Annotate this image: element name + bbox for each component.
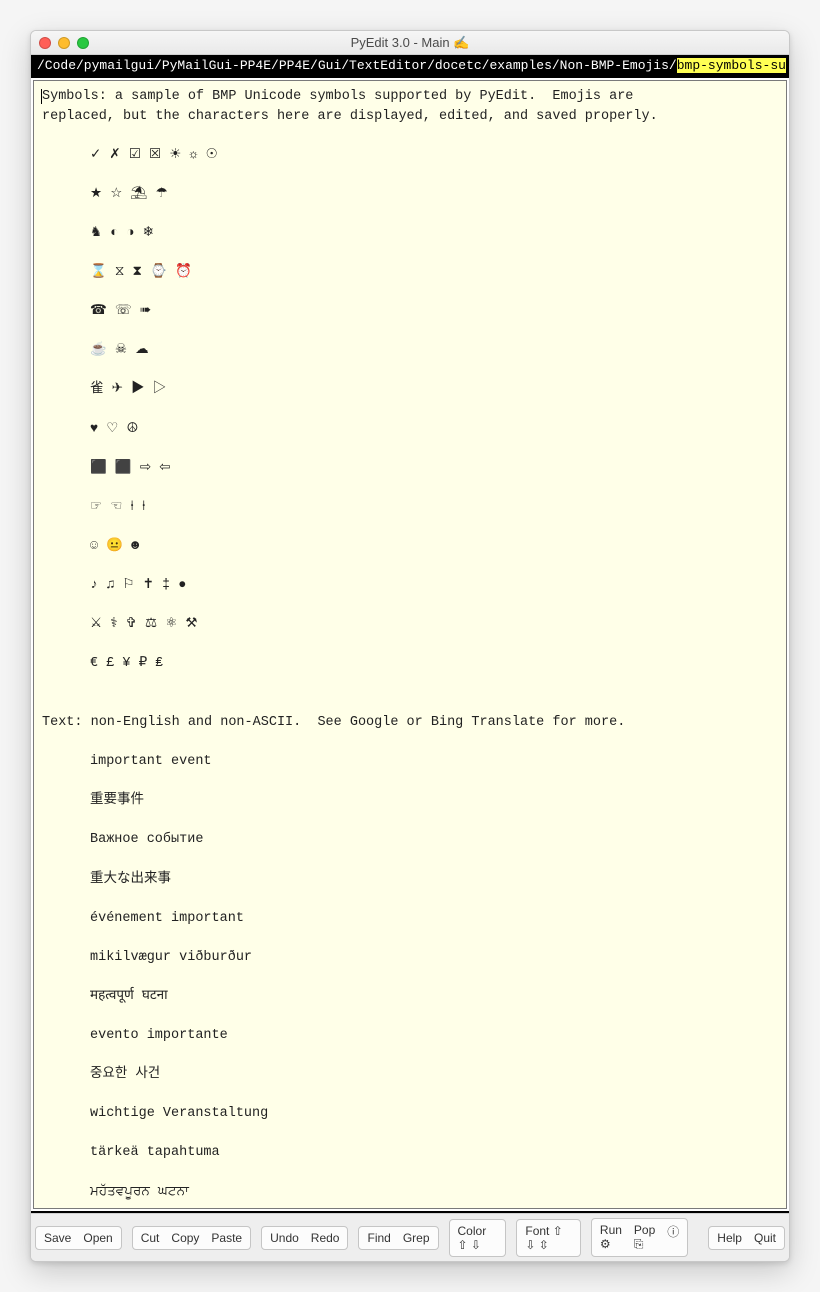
text-editor[interactable]: Symbols: a sample of BMP Unicode symbols… [33, 80, 787, 1209]
toolbar-group-font: Font ⇧ ⇩ ⇳ [516, 1219, 581, 1257]
editor-line: महत्वपूर्ण घटना [42, 987, 778, 1007]
editor-line: ♥ ♡ ☮ [42, 420, 778, 440]
editor-line: replaced, but the characters here are di… [42, 109, 658, 124]
toolbar-group-history: Undo Redo [261, 1226, 348, 1250]
editor-line: mikilvægur viðburður [42, 948, 778, 968]
editor-line: ★ ☆ ⛱ ☂ [42, 185, 778, 205]
editor-frame: Symbols: a sample of BMP Unicode symbols… [31, 76, 789, 1213]
save-button[interactable]: Save [38, 1229, 77, 1247]
editor-line: tärkeä tapahtuma [42, 1143, 778, 1163]
toolbar-group-run: Run ⚙ Pop ⎘ ⓘ [591, 1218, 688, 1257]
toolbar-group-edit: Cut Copy Paste [132, 1226, 251, 1250]
run-button[interactable]: Run ⚙ [594, 1221, 628, 1254]
editor-line: ✓ ✗ ☑ ☒ ☀ ☼ ☉ [42, 146, 778, 166]
editor-line: € £ ¥ ₽ ₤ [42, 654, 778, 674]
undo-button[interactable]: Undo [264, 1229, 305, 1247]
minimize-window-button[interactable] [58, 37, 70, 49]
app-window: PyEdit 3.0 - Main ✍ /Code/pymailgui/PyMa… [30, 30, 790, 1262]
editor-line: ⬛ ⬛ ⇨ ⇦ [42, 459, 778, 479]
editor-line: ਮਹੱਤਵਪੂਰਨ ਘਟਨਾ [42, 1183, 778, 1203]
toolbar: Save Open Cut Copy Paste Undo Redo Find … [31, 1213, 789, 1261]
redo-button[interactable]: Redo [305, 1229, 346, 1247]
color-button[interactable]: Color ⇧ ⇩ [452, 1222, 504, 1254]
traffic-lights [39, 37, 89, 49]
path-prefix: /Code/pymailgui/PyMailGui-PP4E/PP4E/Gui/… [37, 58, 677, 73]
editor-line: Symbols: a sample of BMP Unicode symbols… [41, 89, 633, 104]
close-window-button[interactable] [39, 37, 51, 49]
editor-line: Text: non-English and non-ASCII. See Goo… [42, 715, 625, 730]
editor-line: evento importante [42, 1026, 778, 1046]
toolbar-group-search: Find Grep [358, 1226, 438, 1250]
editor-line: 重要事件 [42, 791, 778, 811]
editor-line: événement important [42, 909, 778, 929]
editor-line: ⌛ ⧖ ⧗ ⌚ ⏰ [42, 263, 778, 283]
open-button[interactable]: Open [77, 1229, 118, 1247]
editor-line: ⚔ ⚕ ✞ ⚖ ⚛ ⚒ [42, 615, 778, 635]
editor-line: ♞ ◐ ◑ ❄ [42, 224, 778, 244]
help-button[interactable]: Help [711, 1229, 748, 1247]
editor-line: 중요한 사건 [42, 1065, 778, 1085]
editor-line: ☞ ☜ ⍿ ⍿ [42, 498, 778, 518]
font-button[interactable]: Font ⇧ ⇩ ⇳ [519, 1222, 578, 1254]
editor-line: ☺ 😐 ☻ [42, 537, 778, 557]
editor-line: 重大な出来事 [42, 870, 778, 890]
toolbar-group-color: Color ⇧ ⇩ [449, 1219, 507, 1257]
toolbar-group-file: Save Open [35, 1226, 122, 1250]
window-title: PyEdit 3.0 - Main ✍ [31, 35, 789, 51]
toolbar-group-help: Help Quit [708, 1226, 785, 1250]
path-bar: /Code/pymailgui/PyMailGui-PP4E/PP4E/Gui/… [31, 55, 789, 76]
zoom-window-button[interactable] [77, 37, 89, 49]
path-highlight: bmp-symbols-su [677, 58, 786, 73]
editor-line: important event [42, 752, 778, 772]
cut-button[interactable]: Cut [135, 1229, 166, 1247]
editor-line: Важное событие [42, 830, 778, 850]
editor-line: ☎ ☏ ➠ [42, 302, 778, 322]
editor-line: ♪ ♫ ⚐ ✝ ‡ ● [42, 576, 778, 596]
editor-line: wichtige Veranstaltung [42, 1104, 778, 1124]
editor-line: 雀 ✈ ▶ ▷ [42, 380, 778, 400]
info-button[interactable]: ⓘ [661, 1221, 685, 1254]
find-button[interactable]: Find [361, 1229, 396, 1247]
grep-button[interactable]: Grep [397, 1229, 436, 1247]
titlebar: PyEdit 3.0 - Main ✍ [31, 31, 789, 55]
pop-button[interactable]: Pop ⎘ [628, 1221, 661, 1254]
paste-button[interactable]: Paste [205, 1229, 248, 1247]
quit-button[interactable]: Quit [748, 1229, 782, 1247]
editor-line: ☕ ☠ ☁ [42, 341, 778, 361]
copy-button[interactable]: Copy [165, 1229, 205, 1247]
